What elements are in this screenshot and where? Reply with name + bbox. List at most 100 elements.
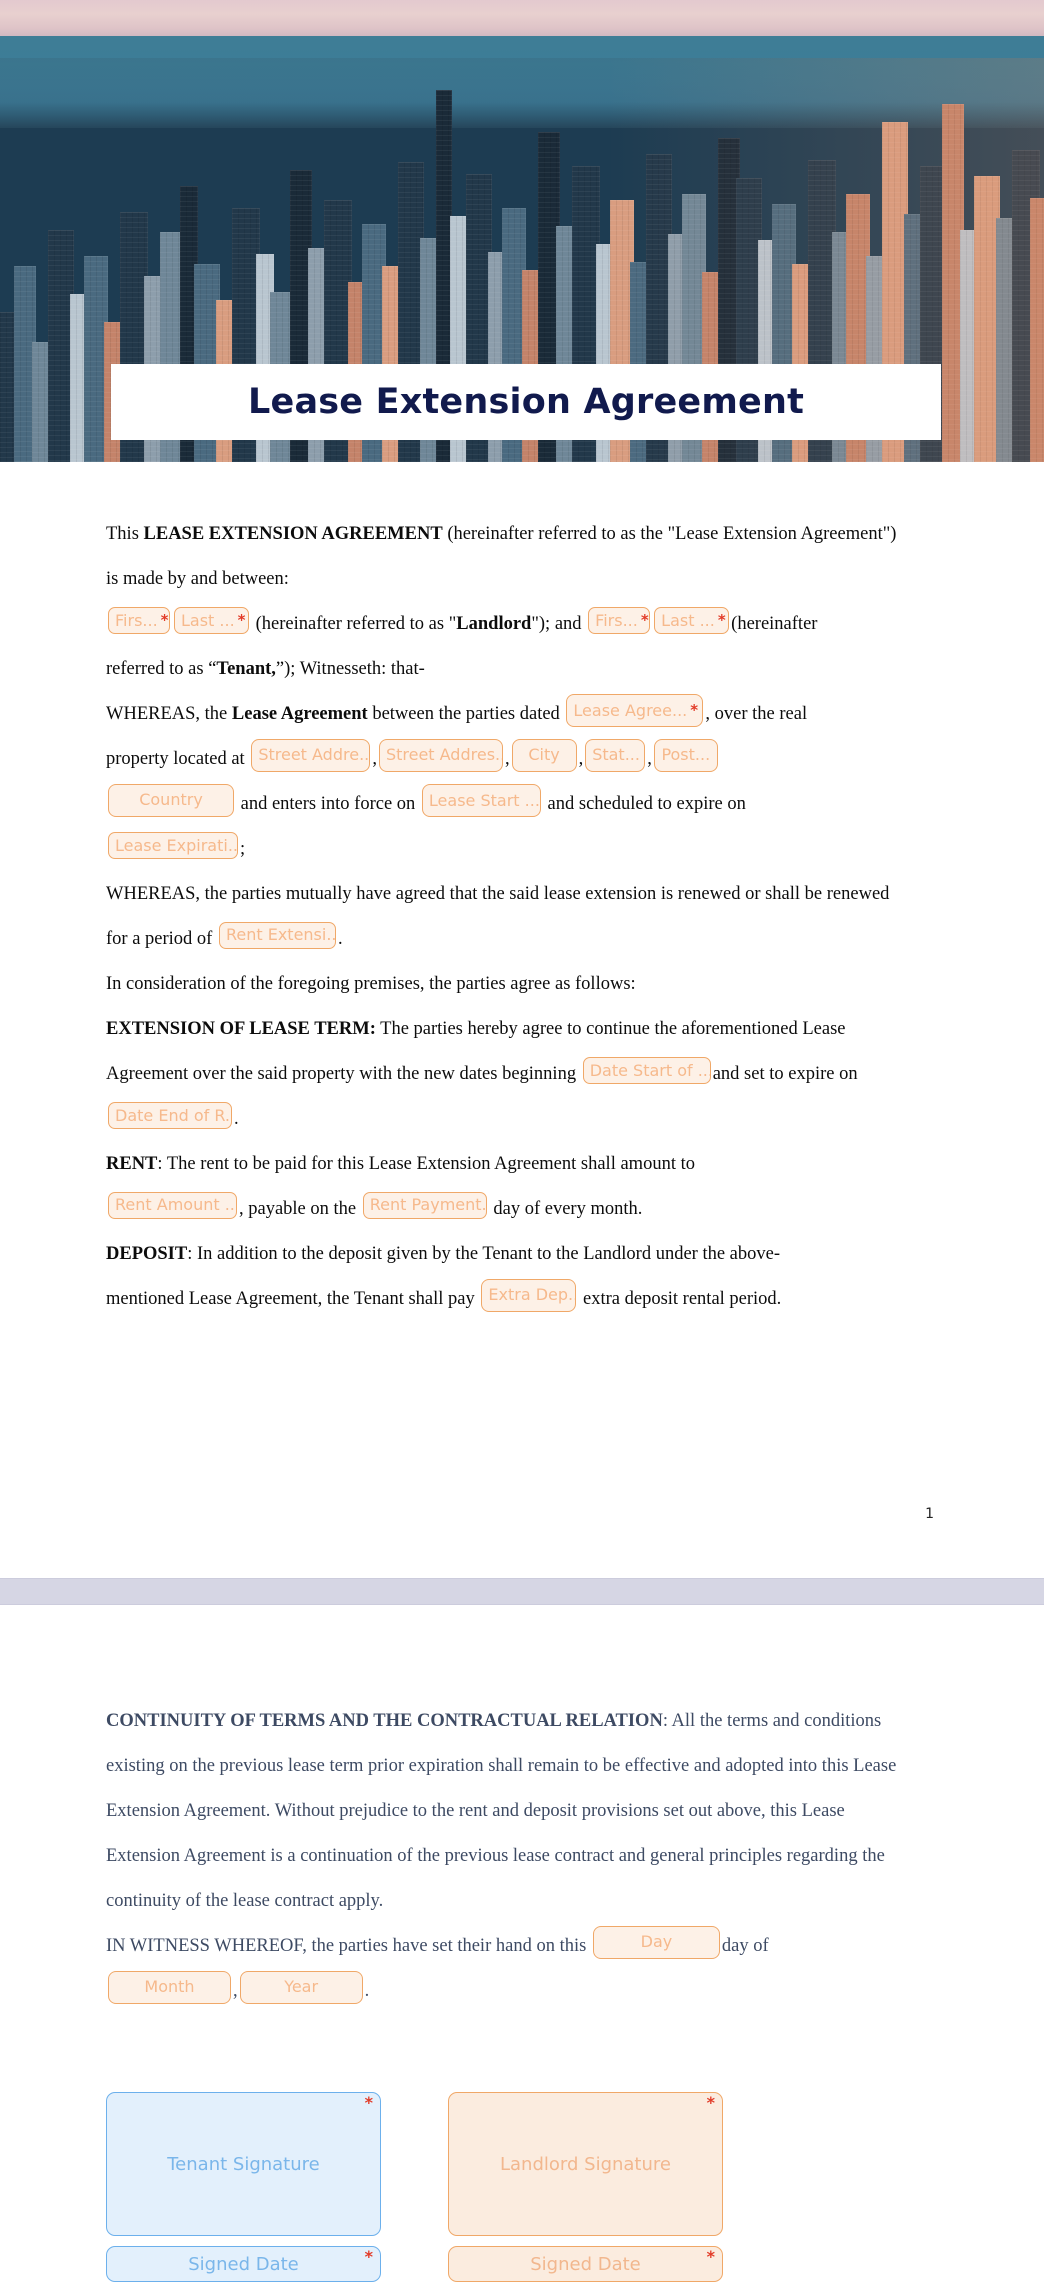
required-asterisk: * — [364, 2093, 373, 2112]
field-tenant-first-name[interactable]: Firs... * — [588, 607, 651, 634]
field-date-start-of-renewal-label: Date Start of ... — [589, 1061, 711, 1080]
page1-bottom-spacer — [0, 1522, 1044, 1578]
intro-term-bold: LEASE EXTENSION AGREEMENT — [143, 524, 443, 544]
page-number-1: 1 — [925, 1506, 934, 1522]
tenant-bold: Tenant, — [216, 659, 276, 679]
banner-haze — [0, 58, 1044, 128]
page-title: Lease Extension Agreement — [248, 382, 804, 422]
extra-deposit-text-b: extra deposit rental period. — [578, 1289, 782, 1309]
field-lease-agreement-date[interactable]: Lease Agree... * — [566, 694, 704, 727]
enters-force-text: and enters into force on — [236, 794, 420, 814]
field-lease-expiration-date-label: Lease Expirati... — [115, 836, 238, 855]
tenant-ref-b: ”); Witnesseth: that- — [275, 659, 425, 679]
deposit-bold: DEPOSIT — [106, 1244, 188, 1264]
day-of-text: day of — [721, 1936, 769, 1956]
field-country[interactable]: Country — [108, 784, 234, 817]
field-date-end-of-renewal[interactable]: Date End of R...* — [108, 1102, 232, 1129]
field-landlord-first-name[interactable]: Firs... * — [108, 607, 170, 634]
field-year[interactable]: Year — [239, 1971, 363, 2004]
required-asterisk: * — [706, 2247, 715, 2266]
continuity-bold: CONTINUITY OF TERMS AND THE CONTRACTUAL … — [106, 1711, 663, 1731]
required-asterisk: * — [237, 611, 246, 629]
field-month[interactable]: Month — [108, 1971, 231, 2004]
paragraph-deposit-heading: DEPOSIT: In addition to the deposit give… — [106, 1234, 934, 1275]
field-lease-start-date[interactable]: Lease Start ...* — [421, 784, 541, 817]
tenant-ref-a: referred to as “ — [106, 659, 217, 679]
paragraph-extra-deposit: mentioned Lease Agreement, the Tenant sh… — [106, 1279, 934, 1320]
document-title-box: Lease Extension Agreement — [111, 364, 941, 440]
field-tenant-signed-date[interactable]: * Signed Date — [106, 2246, 381, 2282]
paragraph-continuity-3: Extension Agreement. Without prejudice t… — [106, 1801, 845, 1821]
date-end-dot: . — [234, 1109, 239, 1129]
continuity-text: : All the terms and conditions — [662, 1711, 882, 1731]
required-asterisk: * — [690, 701, 699, 719]
paragraph-continuity-2: existing on the previous lease term prio… — [106, 1756, 897, 1776]
paragraph-lease-expiration: Lease Expirati...*; — [106, 829, 934, 870]
field-landlord-signed-date[interactable]: * Signed Date — [448, 2246, 723, 2282]
banner-sky — [0, 0, 1044, 40]
paragraph-whereas-lease: WHEREAS, the Lease Agreement between the… — [106, 694, 934, 735]
whereas-a: WHEREAS, the — [106, 704, 232, 724]
paragraph-tenant-ref: referred to as “Tenant,”); Witnesseth: t… — [106, 649, 934, 690]
for-period-of: for a period of — [106, 929, 217, 949]
field-date-start-of-renewal[interactable]: Date Start of ...* — [582, 1057, 711, 1084]
field-day[interactable]: Day — [592, 1926, 720, 1959]
month-year-period: . — [364, 1981, 370, 2001]
page1-spacer — [106, 1324, 934, 1420]
field-extra-deposit[interactable]: Extra Dep... — [481, 1279, 577, 1312]
field-tenant-signed-date-label: Signed Date — [188, 2253, 299, 2275]
month-year-separator: , — [233, 1981, 238, 2001]
field-lease-expiration-date[interactable]: Lease Expirati...* — [108, 832, 238, 859]
paragraph-intro: This LEASE EXTENSION AGREEMENT (hereinaf… — [106, 514, 934, 555]
paragraph-rent-fields: Rent Amount ..., payable on the Rent Pay… — [106, 1189, 934, 1230]
field-postal-code[interactable]: Post... — [653, 739, 718, 772]
day-of-month-text: day of every month. — [488, 1199, 643, 1219]
field-tenant-first-name-label: Firs... — [595, 611, 638, 630]
payable-on-text: , payable on the — [239, 1199, 361, 1219]
field-street-address-2[interactable]: Street Addres... — [378, 739, 503, 772]
deposit-text: : In addition to the deposit given by th… — [187, 1244, 781, 1264]
field-landlord-first-name-label: Firs... — [115, 611, 158, 630]
paragraph-continuity-heading: CONTINUITY OF TERMS AND THE CONTRACTUAL … — [106, 1701, 934, 1742]
paragraph-country-dates: Country and enters into force on Lease S… — [106, 784, 934, 825]
parties-text-tail: (hereinafter — [731, 614, 818, 634]
whereas-c: between the parties dated — [367, 704, 565, 724]
rent-text: : The rent to be paid for this Lease Ext… — [157, 1154, 695, 1174]
lease-agreement-bold: Lease Agreement — [231, 704, 368, 724]
paragraph-property-address: property located at Street Addre..., Stre… — [106, 739, 934, 780]
field-city[interactable]: City — [511, 739, 577, 772]
intro-text-c: (hereinafter referred to as the "Lease E… — [442, 524, 897, 544]
paragraph-continuity-4: Extension Agreement is a continuation of… — [106, 1846, 885, 1866]
page-break-divider — [0, 1578, 1044, 1605]
field-state[interactable]: Stat... — [585, 739, 646, 772]
extra-deposit-text-a: mentioned Lease Agreement, the Tenant sh… — [106, 1289, 480, 1309]
field-rent-amount[interactable]: Rent Amount ... — [108, 1192, 237, 1219]
witness-text: IN WITNESS WHEREOF, the parties have set… — [106, 1936, 591, 1956]
field-tenant-last-name[interactable]: Last ... * — [654, 607, 730, 634]
required-asterisk: * — [640, 611, 649, 629]
field-rent-payment-day[interactable]: Rent Payment... — [362, 1192, 487, 1219]
extension-of-lease-term-bold: EXTENSION OF LEASE TERM: — [106, 1019, 376, 1039]
field-lease-start-date-label: Lease Start ... — [428, 791, 540, 810]
document-root: Lease Extension Agreement This LEASE EXT… — [0, 0, 1044, 2282]
landlord-signature-column: * Landlord Signature * Signed Date — [448, 2092, 723, 2282]
paragraph-parties: Firs... * Last ... * (hereinafter referred … — [106, 604, 934, 645]
paragraph-whereas-renewal: WHEREAS, the parties mutually have agree… — [106, 884, 890, 904]
field-landlord-signature[interactable]: * Landlord Signature — [448, 2092, 723, 2236]
field-rent-extension-period[interactable]: Rent Extensi... — [218, 922, 336, 949]
paragraph-consideration: In consideration of the foregoing premis… — [106, 974, 636, 994]
field-lease-agreement-date-label: Lease Agree... — [573, 701, 688, 720]
required-asterisk: * — [717, 611, 726, 629]
paragraph-new-dates: Agreement over the said property with th… — [106, 1054, 934, 1095]
field-street-address-1[interactable]: Street Addre... — [251, 739, 371, 772]
paragraph-witness-whereof: IN WITNESS WHEREOF, the parties have set… — [106, 1926, 934, 1967]
field-landlord-last-name[interactable]: Last ... * — [174, 607, 249, 634]
intro-text-a: This — [106, 524, 144, 544]
field-tenant-signature[interactable]: * Tenant Signature — [106, 2092, 381, 2236]
landlord-bold: Landlord — [456, 614, 532, 634]
set-to-expire-text: and set to expire on — [712, 1064, 858, 1084]
field-tenant-signature-label: Tenant Signature — [167, 2153, 320, 2175]
field-landlord-signature-label: Landlord Signature — [500, 2153, 671, 2175]
semicolon-text: ; — [240, 839, 246, 859]
required-asterisk: * — [160, 611, 169, 629]
